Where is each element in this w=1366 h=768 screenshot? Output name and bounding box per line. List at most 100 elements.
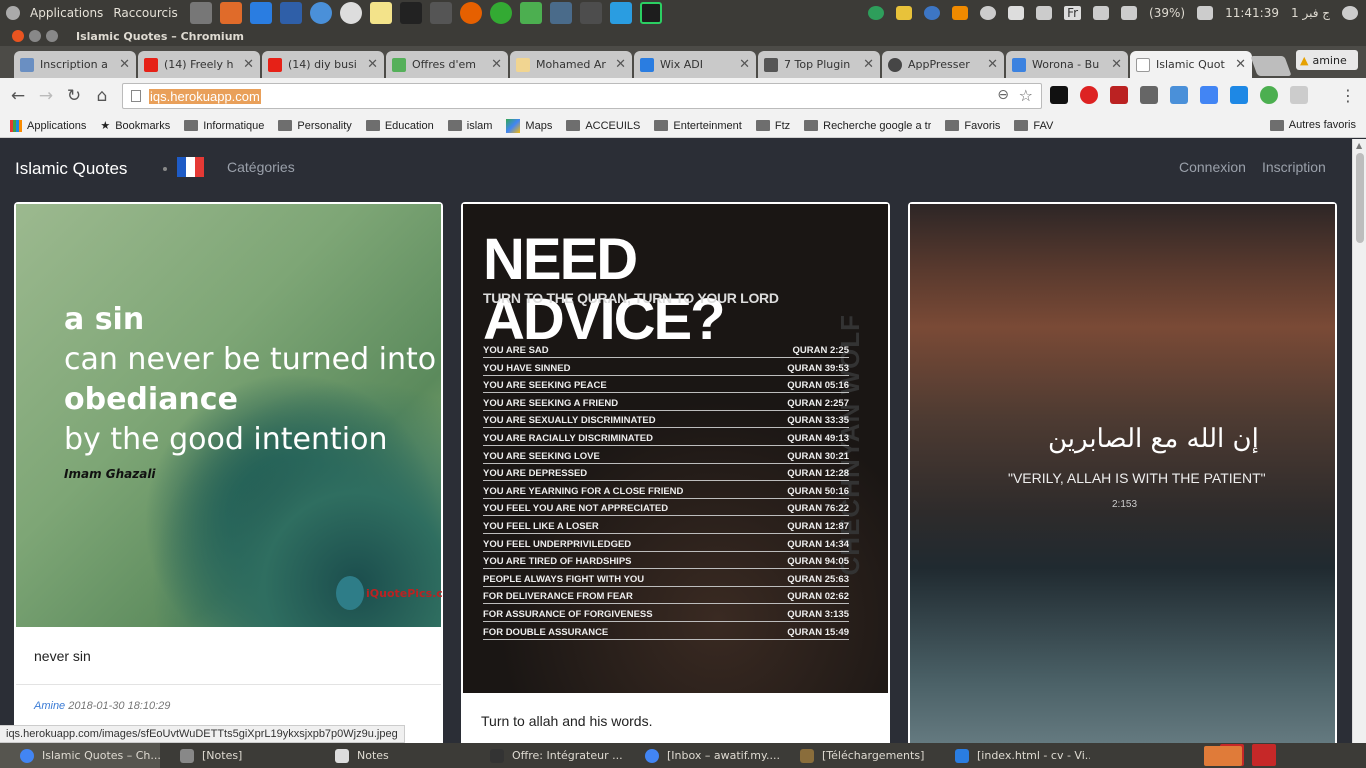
battery-icon[interactable] [1121,6,1138,20]
weather-icon[interactable] [924,6,941,20]
bookmark-folder[interactable]: Favoris [945,120,1000,132]
zoom-icon[interactable]: ⊖ [997,87,1009,103]
browser-tab[interactable]: Worona - Bu ✕ [1006,51,1128,78]
wifi-icon[interactable] [1036,6,1053,20]
card-title[interactable]: Turn to allah and his words. [481,713,652,729]
clock[interactable]: 11:41:39 [1225,6,1279,20]
browser-tab[interactable]: Inscription a ✕ [14,51,136,78]
power-icon[interactable] [1342,6,1358,20]
bookmark-folder[interactable]: ACCEUILS [566,120,640,132]
extension-icon[interactable] [1170,86,1188,104]
volume-icon[interactable] [1197,6,1214,20]
tasks-icon[interactable] [489,2,512,24]
taskbar-item[interactable]: Notes [315,743,470,768]
nav-categories[interactable]: Catégories [227,159,295,175]
bookmark-folder[interactable]: FAV [1014,120,1053,132]
tab-close-icon[interactable]: ✕ [491,57,502,72]
checklist-icon[interactable] [519,2,542,24]
bookmark-folder[interactable]: Informatique [184,120,264,132]
bookmark-folder[interactable]: islam [447,120,492,132]
browser-tab[interactable]: 7 Top Plugin ✕ [758,51,880,78]
forward-arrow-icon[interactable]: → [32,86,60,106]
address-bar[interactable]: iqs.herokuapp.com ⊖ ☆ [122,83,1042,109]
vscode-icon[interactable] [249,2,272,24]
bookmark-bookmarks[interactable]: ★ Bookmarks [100,119,170,133]
tab-close-icon[interactable]: ✕ [367,57,378,72]
tab-close-icon[interactable]: ✕ [1235,57,1246,72]
browser-tab-active[interactable]: Islamic Quot ✕ [1130,51,1252,78]
chromium-icon[interactable] [309,2,332,24]
menu-kebab-icon[interactable]: ⋮ [1340,86,1356,105]
virtualbox-icon[interactable] [279,2,302,24]
taskbar-item[interactable]: [index.html - cv - Vi... [935,743,1090,768]
taskbar-item[interactable]: Islamic Quotes – Ch... [0,743,160,768]
back-arrow-icon[interactable]: ← [4,86,32,106]
bookmark-other-folder[interactable]: Autres favoris [1269,119,1356,131]
wps-icon[interactable] [609,2,632,24]
menu-applications[interactable]: Applications [30,6,103,20]
extension-icon[interactable] [1230,86,1248,104]
taskbar-item[interactable]: [Téléchargements] [780,743,935,768]
page-info-icon[interactable] [131,90,141,102]
mail-icon[interactable] [1093,6,1110,20]
taskbar-item[interactable]: Offre: Intégrateur ... [470,743,625,768]
scroll-up-arrow-icon[interactable]: ▲ [1356,141,1362,150]
tab-close-icon[interactable]: ✕ [243,57,254,72]
tab-close-icon[interactable]: ✕ [119,57,130,72]
bookmark-folder[interactable]: Education [365,120,434,132]
tab-close-icon[interactable]: ✕ [863,57,874,72]
pycharm-icon[interactable] [639,2,662,24]
refresh-extension-icon[interactable] [1260,86,1278,104]
ubuntu-logo-icon[interactable] [6,6,20,20]
date[interactable]: ج فبر 1 [1291,6,1330,20]
vlc-icon[interactable] [952,6,969,20]
files-icon[interactable] [219,2,242,24]
notes-icon[interactable] [369,2,392,24]
cast-icon[interactable] [1290,86,1308,104]
quote-card[interactable]: إن الله مع الصابرين "VERILY, ALLAH IS WI… [908,202,1337,743]
close-window-icon[interactable] [12,30,24,42]
gimp-icon[interactable] [429,2,452,24]
keyboard-layout[interactable]: Fr [1064,6,1082,20]
bookmark-applications[interactable]: Applications [10,119,86,132]
bookmark-maps[interactable]: Maps [506,118,552,133]
notebook-icon[interactable] [549,2,572,24]
browser-tab[interactable]: Offres d'em ✕ [386,51,508,78]
tab-close-icon[interactable]: ✕ [615,57,626,72]
french-flag-icon[interactable] [177,157,204,177]
new-tab-button[interactable] [1250,56,1292,76]
bookmark-star-icon[interactable]: ☆ [1019,86,1033,105]
quote-card[interactable]: a sin can never be turned into obediance… [14,202,443,743]
browser-tab[interactable]: AppPresser ✕ [882,51,1004,78]
quote-image[interactable]: إن الله مع الصابرين "VERILY, ALLAH IS WI… [910,204,1335,743]
calculator-icon[interactable] [189,2,212,24]
tab-close-icon[interactable]: ✕ [1111,57,1122,72]
tab-close-icon[interactable]: ✕ [987,57,998,72]
updater-icon[interactable] [868,6,885,20]
card-author-link[interactable]: Amine [34,700,65,712]
adblock-icon[interactable] [1080,86,1098,104]
home-icon[interactable]: ⌂ [88,86,116,106]
nav-signup[interactable]: Inscription [1262,159,1326,175]
minimize-window-icon[interactable] [29,30,41,42]
browser-tab[interactable]: (14) diy busi ✕ [262,51,384,78]
owl-icon[interactable] [896,6,913,20]
profile-button[interactable]: ▲ amine [1296,50,1358,70]
menu-shortcuts[interactable]: Raccourcis [113,6,177,20]
quote-image[interactable]: NEED ADVICE? TURN TO THE QURAN, TURN TO … [463,204,888,693]
site-brand[interactable]: Islamic Quotes [15,159,127,179]
page-scrollbar[interactable]: ▲ [1352,139,1366,743]
opera-icon[interactable] [339,2,362,24]
browser-tab[interactable]: Wix ADI ✕ [634,51,756,78]
extension-icon[interactable] [1050,86,1068,104]
tab-close-icon[interactable]: ✕ [739,57,750,72]
dropbox-icon[interactable] [1008,6,1025,20]
bulb-icon[interactable] [980,6,997,20]
sublime-icon[interactable] [579,2,602,24]
taskbar-item[interactable]: [Notes] [160,743,315,768]
reload-icon[interactable]: ↻ [60,86,88,106]
card-title[interactable]: never sin [34,648,91,664]
bookmark-folder[interactable]: Recherche google a tr [804,120,931,132]
scrollbar-thumb[interactable] [1356,153,1364,243]
taskbar-item[interactable]: [Inbox – awatif.my.... [625,743,780,768]
